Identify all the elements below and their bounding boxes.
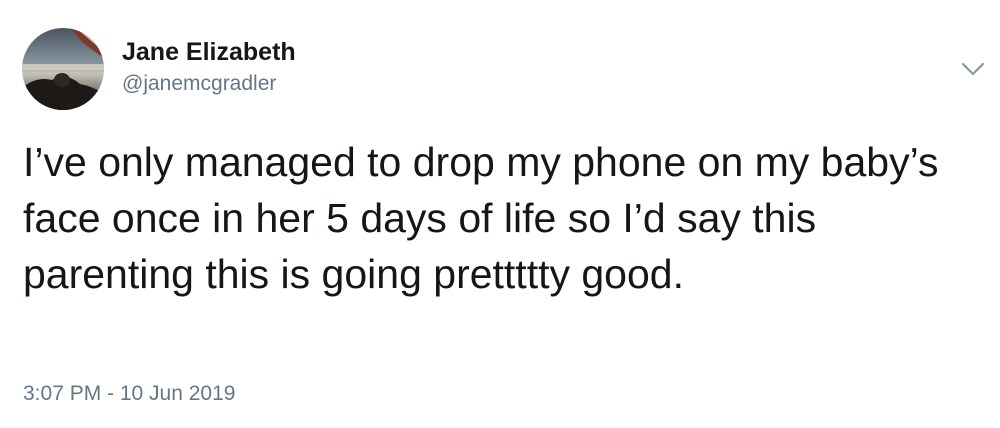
chevron-down-icon bbox=[961, 62, 985, 76]
avatar[interactable] bbox=[22, 28, 104, 110]
tweet-text: I’ve only managed to drop my phone on my… bbox=[23, 139, 939, 297]
display-name[interactable]: Jane Elizabeth bbox=[122, 36, 296, 68]
user-handle[interactable]: @janemcgradler bbox=[122, 70, 296, 98]
avatar-photo bbox=[22, 28, 104, 110]
tweet-card: Jane Elizabeth @janemcgradler I’ve only … bbox=[0, 0, 1000, 428]
tweet-timestamp[interactable]: 3:07 PM - 10 Jun 2019 bbox=[23, 380, 235, 408]
author-block: Jane Elizabeth @janemcgradler bbox=[122, 36, 296, 98]
tweet-menu-button[interactable] bbox=[960, 58, 986, 80]
